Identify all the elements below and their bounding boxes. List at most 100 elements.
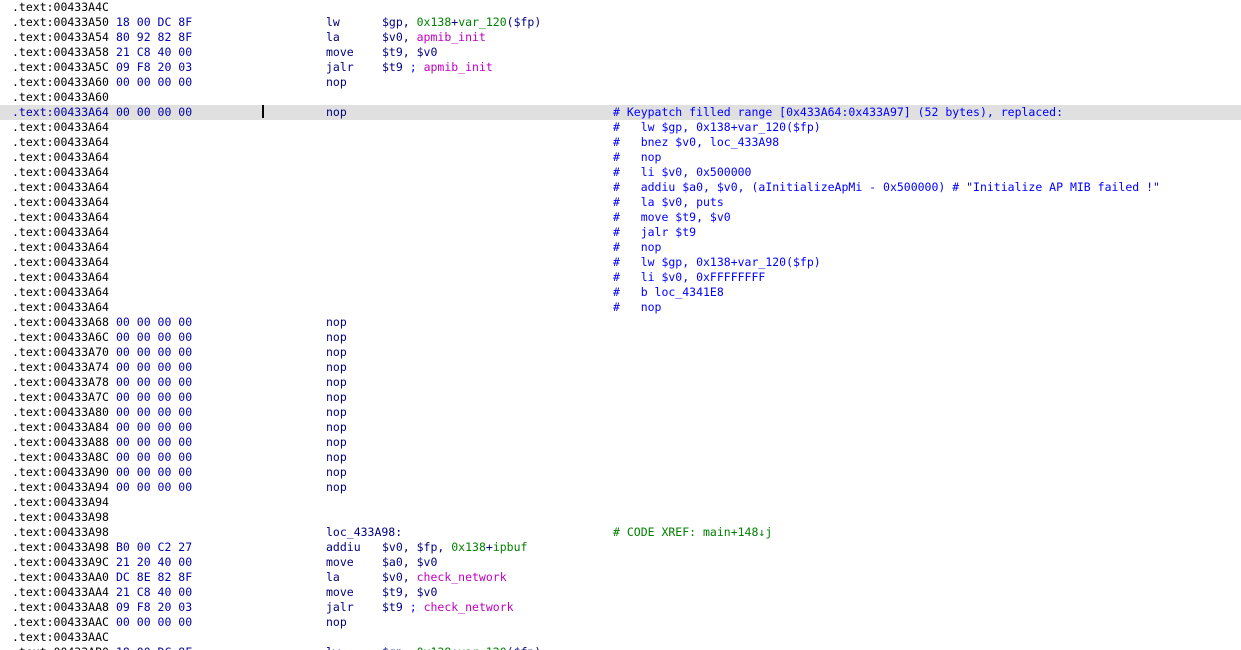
mnemonic[interactable]: nop: [326, 75, 382, 90]
operand-stack-var[interactable]: ipbuf: [493, 540, 528, 554]
mnemonic[interactable]: nop: [326, 420, 382, 435]
opcode-bytes: 00 00 00 00: [116, 420, 193, 434]
mnemonic[interactable]: jalr: [326, 60, 382, 75]
disasm-line[interactable]: .text:00433A64 # jalr $t9: [0, 225, 1241, 240]
disasm-line[interactable]: .text:00433A9C 21 20 40 00 move $a0, $v0: [0, 555, 1241, 570]
disasm-line[interactable]: .text:00433A64 # li $v0, 0x500000: [0, 165, 1241, 180]
mnemonic[interactable]: lw: [326, 15, 382, 30]
mnemonic[interactable]: la: [326, 570, 382, 585]
operand-function-name[interactable]: check_network: [417, 570, 507, 584]
line-address: .text:00433A60: [12, 75, 109, 89]
mnemonic[interactable]: jalr: [326, 600, 382, 615]
line-address: .text:00433A64: [12, 165, 109, 179]
mnemonic[interactable]: nop: [326, 105, 382, 120]
operand-function-name[interactable]: apmib_init: [417, 30, 486, 44]
disasm-line[interactable]: .text:00433A6C 00 00 00 00 nop: [0, 330, 1241, 345]
disasm-line[interactable]: .text:00433A8C 00 00 00 00 nop: [0, 450, 1241, 465]
disasm-line[interactable]: .text:00433A94 00 00 00 00 nop: [0, 480, 1241, 495]
disasm-line[interactable]: .text:00433A64 # addiu $a0, $v0, (aInitia…: [0, 180, 1241, 195]
mnemonic[interactable]: nop: [326, 615, 382, 630]
code-xref-comment[interactable]: # CODE XREF: main+148↓j: [613, 525, 772, 540]
disasm-line[interactable]: .text:00433A64 # la $v0, puts: [0, 195, 1241, 210]
mnemonic[interactable]: move: [326, 555, 382, 570]
mnemonic[interactable]: nop: [326, 330, 382, 345]
line-address: .text:00433A90: [12, 465, 109, 479]
operand-function-name[interactable]: apmib_init: [424, 60, 493, 74]
mnemonic[interactable]: nop: [326, 360, 382, 375]
disasm-line[interactable]: .text:00433A84 00 00 00 00 nop: [0, 420, 1241, 435]
disasm-line[interactable]: .text:00433A64 # li $v0, 0xFFFFFFFF: [0, 270, 1241, 285]
disasm-line[interactable]: .text:00433A54 80 92 82 8F la $v0, apmib_in…: [0, 30, 1241, 45]
disasm-line[interactable]: .text:00433A80 00 00 00 00 nop: [0, 405, 1241, 420]
disasm-line[interactable]: .text:00433A64 # move $t9, $v0: [0, 210, 1241, 225]
line-address: .text:00433A88: [12, 435, 109, 449]
opcode-bytes: 18 00 DC 8F: [116, 15, 193, 29]
disasm-line[interactable]: .text:00433AB0 18 00 DC 8F lw$gp, 0x138+va…: [0, 645, 1241, 650]
opcode-bytes: 00 00 00 00: [116, 360, 193, 374]
operand-function-name[interactable]: check_network: [424, 600, 514, 614]
instruction: nop: [326, 345, 382, 360]
disasm-line[interactable]: .text:00433AA4 21 C8 40 00 move $t9, $v0: [0, 585, 1241, 600]
disasm-line[interactable]: .text:00433A64 # nop: [0, 240, 1241, 255]
mnemonic[interactable]: addiu: [326, 540, 382, 555]
line-comment: # nop: [613, 300, 662, 314]
disasm-line[interactable]: .text:00433A98 B0 00 C2 27 addiu $v0, $fp, …: [0, 540, 1241, 555]
disasm-line[interactable]: .text:00433A90 00 00 00 00 nop: [0, 465, 1241, 480]
disasm-line[interactable]: .text:00433A94: [0, 495, 1241, 510]
disasm-line[interactable]: .text:00433A7C 00 00 00 00 nop: [0, 390, 1241, 405]
inline-comment-marker: ;: [409, 600, 424, 614]
disasm-line[interactable]: .text:00433AAC 00 00 00 00 nop: [0, 615, 1241, 630]
disasm-line[interactable]: .text:00433A70 00 00 00 00 nop: [0, 345, 1241, 360]
mnemonic[interactable]: nop: [326, 435, 382, 450]
opcode-bytes: 00 00 00 00: [116, 330, 193, 344]
operand-stack-var[interactable]: var_120: [458, 645, 506, 650]
disasm-line[interactable]: .text:00433AA0 DC 8E 82 8F la $v0, check_ne…: [0, 570, 1241, 585]
mnemonic[interactable]: nop: [326, 405, 382, 420]
disasm-line[interactable]: .text:00433A60: [0, 90, 1241, 105]
instruction: jalr $t9 ; check_network: [326, 600, 514, 615]
disasm-line[interactable]: .text:00433A88 00 00 00 00 nop: [0, 435, 1241, 450]
disasm-line[interactable]: .text:00433A64 # lw $gp, 0x138+var_120($f…: [0, 255, 1241, 270]
disasm-line[interactable]: .text:00433A4C: [0, 0, 1241, 15]
disasm-line[interactable]: .text:00433A5C 09 F8 20 03 jalr $t9 ; apmib…: [0, 60, 1241, 75]
mnemonic[interactable]: nop: [326, 465, 382, 480]
mnemonic[interactable]: la: [326, 30, 382, 45]
line-address: .text:00433A64: [12, 300, 109, 314]
disasm-line[interactable]: .text:00433A58 21 C8 40 00 move $t9, $v0: [0, 45, 1241, 60]
disasm-line[interactable]: .text:00433A64 # lw $gp, 0x138+var_120($f…: [0, 120, 1241, 135]
line-address: .text:00433A80: [12, 405, 109, 419]
disasm-line[interactable]: .text:00433A50 18 00 DC 8F lw $gp, 0x138+va…: [0, 15, 1241, 30]
disasm-line[interactable]: .text:00433A68 00 00 00 00 nop: [0, 315, 1241, 330]
disasm-line[interactable]: .text:00433A74 00 00 00 00 nop: [0, 360, 1241, 375]
mnemonic[interactable]: move: [326, 585, 382, 600]
mnemonic[interactable]: nop: [326, 315, 382, 330]
line-address: .text:00433A64: [12, 180, 109, 194]
mnemonic[interactable]: nop: [326, 345, 382, 360]
disasm-line[interactable]: .text:00433A64 # bnez $v0, loc_433A98: [0, 135, 1241, 150]
disasm-line[interactable]: .text:00433A64 # b loc_4341E8: [0, 285, 1241, 300]
code-label[interactable]: loc_433A98:: [326, 525, 402, 540]
mnemonic[interactable]: move: [326, 45, 382, 60]
operand: $a0, $v0: [382, 555, 438, 569]
disassembly-listing[interactable]: .text:00433A4C .text:00433A50 18 00 DC 8F l…: [0, 0, 1241, 650]
disasm-line[interactable]: .text:00433A98: [0, 510, 1241, 525]
mnemonic[interactable]: nop: [326, 390, 382, 405]
disasm-line[interactable]: .text:00433AA8 09 F8 20 03 jalr $t9 ; check…: [0, 600, 1241, 615]
line-address: .text:00433A64: [12, 135, 109, 149]
disasm-line-selected[interactable]: .text:00433A64 00 00 00 00 nop # Keypatch f…: [0, 105, 1241, 120]
disasm-line[interactable]: .text:00433A64 # nop: [0, 150, 1241, 165]
line-address: .text:00433AAC: [12, 630, 109, 644]
instruction: nop: [326, 75, 382, 90]
operand-stack-var[interactable]: var_120: [458, 15, 506, 29]
mnemonic[interactable]: nop: [326, 480, 382, 495]
disasm-line[interactable]: .text:00433A98 loc_433A98: # CODE XREF: ma…: [0, 525, 1241, 540]
disasm-line[interactable]: .text:00433AAC: [0, 630, 1241, 645]
opcode-bytes: 00 00 00 00: [116, 450, 193, 464]
mnemonic[interactable]: lw: [326, 645, 382, 650]
disasm-line[interactable]: .text:00433A60 00 00 00 00 nop: [0, 75, 1241, 90]
disasm-line[interactable]: .text:00433A78 00 00 00 00 nop: [0, 375, 1241, 390]
mnemonic[interactable]: nop: [326, 375, 382, 390]
opcode-bytes: 00 00 00 00: [116, 105, 193, 119]
mnemonic[interactable]: nop: [326, 450, 382, 465]
disasm-line[interactable]: .text:00433A64 # nop: [0, 300, 1241, 315]
